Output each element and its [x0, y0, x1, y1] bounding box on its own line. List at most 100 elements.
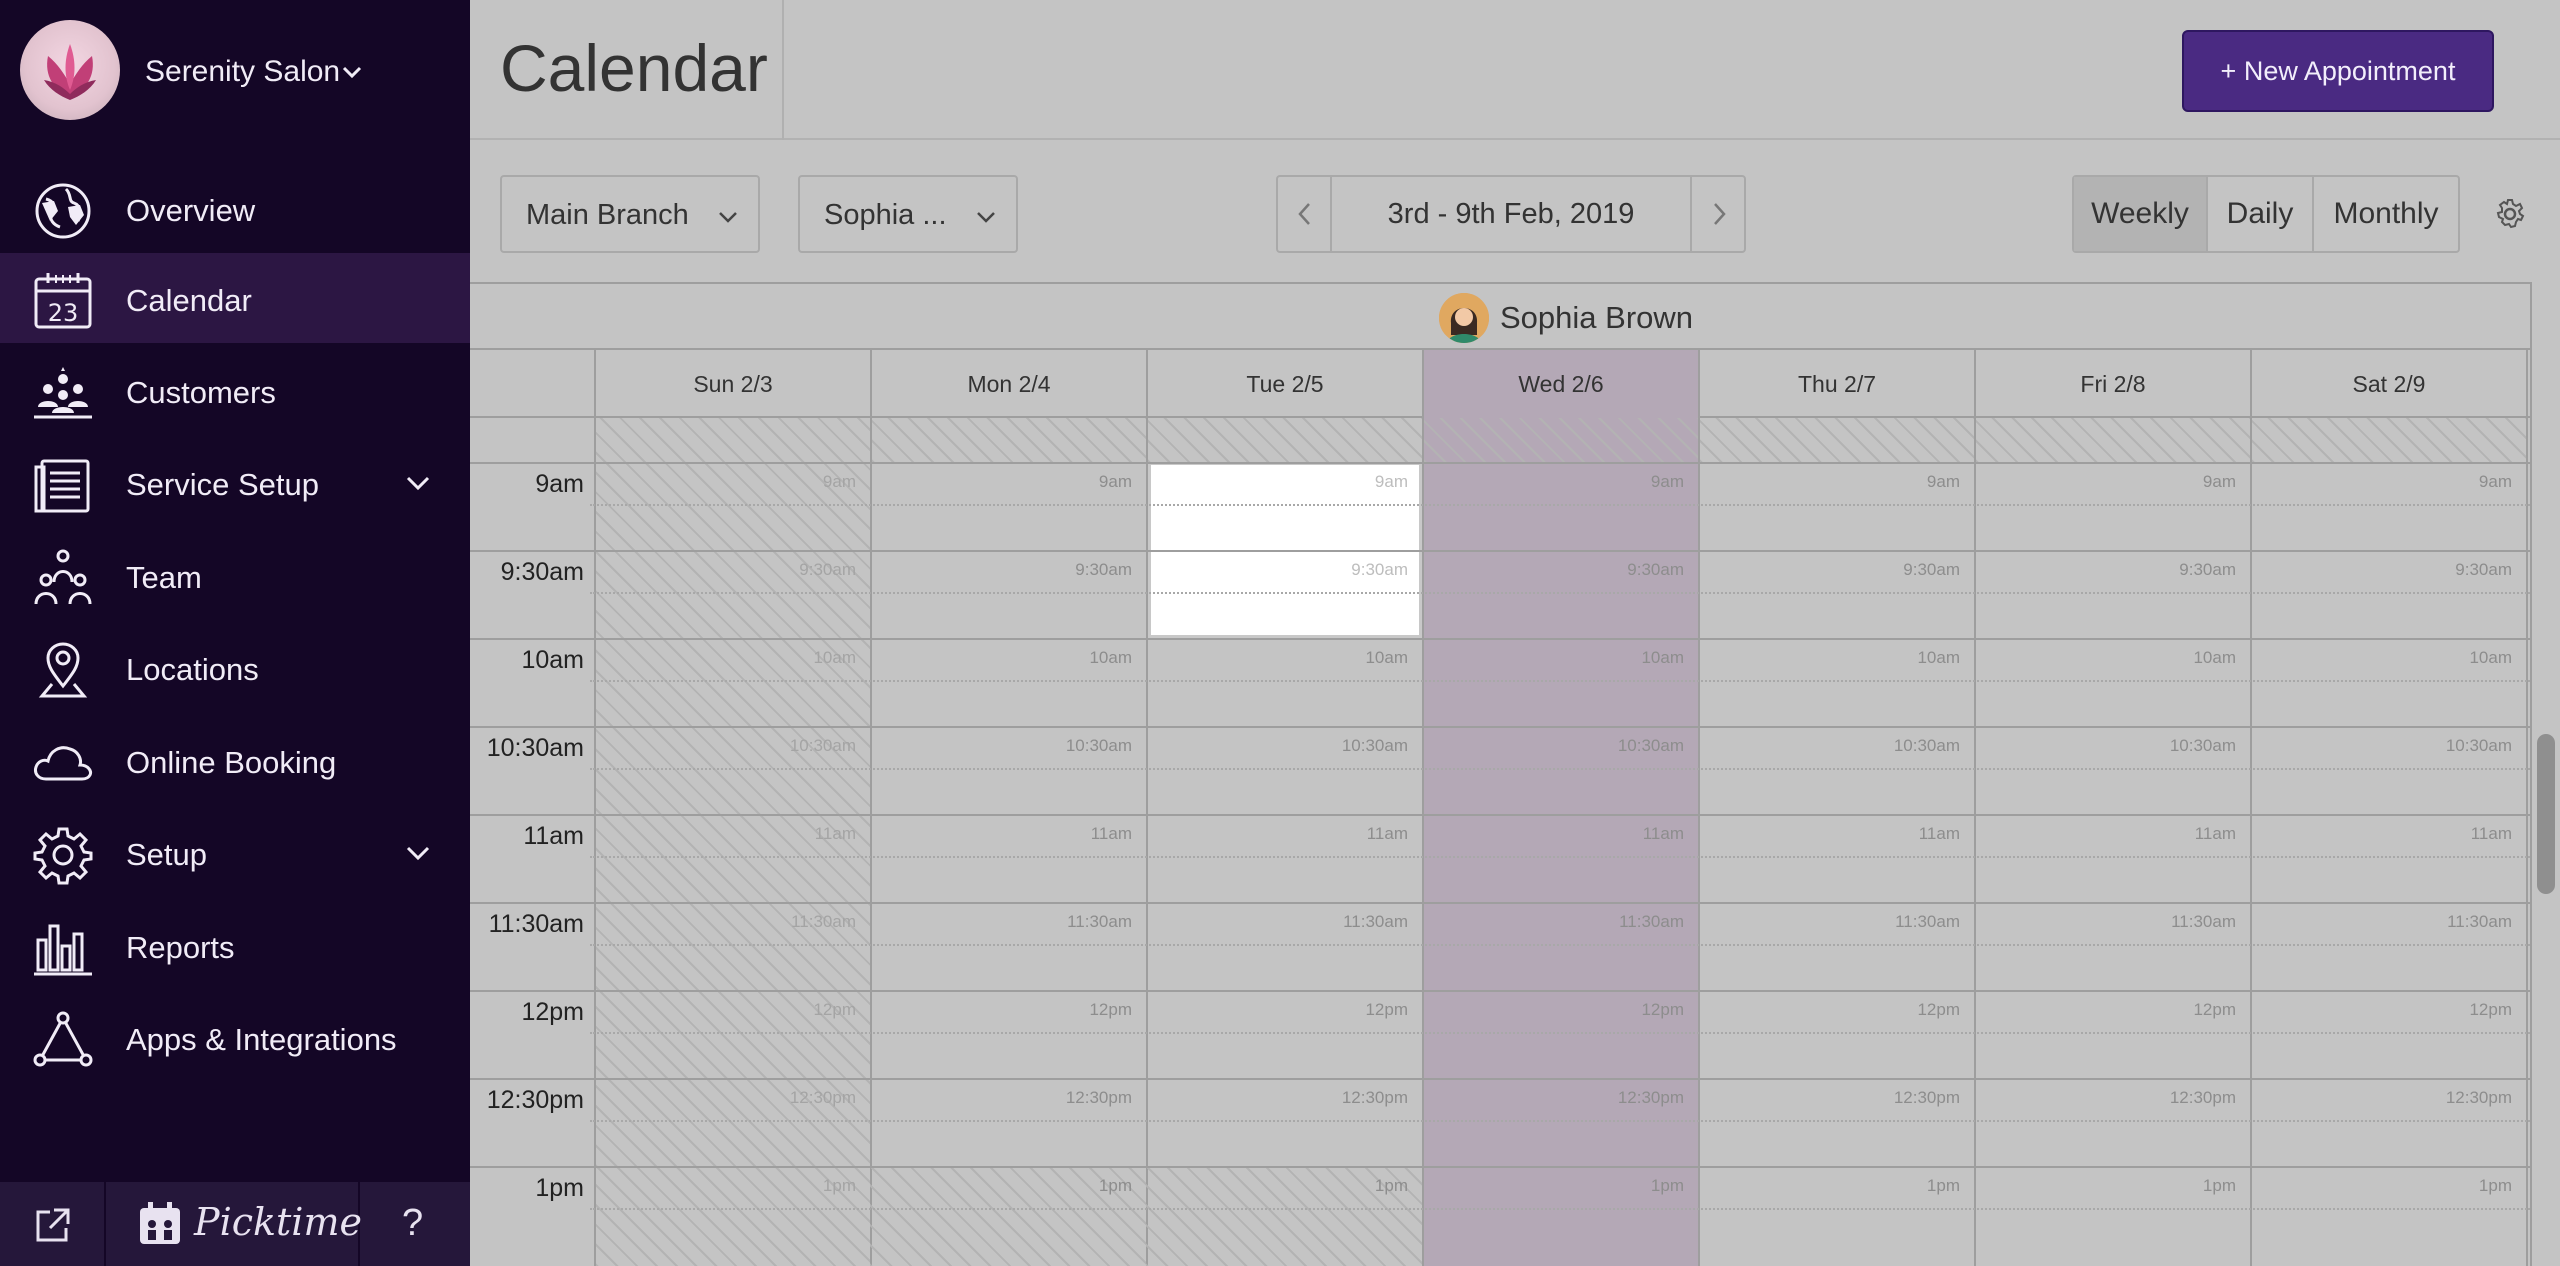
next-week-button[interactable] — [1690, 177, 1744, 251]
previous-week-button[interactable] — [1278, 177, 1332, 251]
time-slot-label[interactable]: 10:30am — [596, 736, 856, 756]
sidebar-item-label: Team — [126, 560, 202, 595]
time-slot-label[interactable]: 12:30pm — [1424, 1088, 1684, 1108]
quarter-divider — [590, 768, 2530, 770]
time-slot-label[interactable]: 10:30am — [872, 736, 1132, 756]
time-slot-label[interactable]: 1pm — [596, 1176, 856, 1196]
time-slot-label[interactable]: 10:30am — [2252, 736, 2512, 756]
time-slot-label[interactable]: 1pm — [1148, 1176, 1408, 1196]
time-slot-label[interactable]: 9am — [1700, 472, 1960, 492]
time-slot-label[interactable]: 9:30am — [1700, 560, 1960, 580]
new-appointment-button[interactable]: + New Appointment — [2182, 30, 2494, 112]
time-slot-label[interactable]: 12pm — [1976, 1000, 2236, 1020]
time-slot-label[interactable]: 10am — [1424, 648, 1684, 668]
chevron-down-icon[interactable] — [402, 467, 434, 499]
time-slot-label[interactable]: 10am — [1148, 648, 1408, 668]
time-slot-label[interactable]: 11:30am — [2252, 912, 2512, 932]
day-header: Thu 2/7 — [1698, 350, 1974, 418]
time-slot-label[interactable]: 12:30pm — [596, 1088, 856, 1108]
daily-view-button[interactable]: Daily — [2208, 177, 2314, 251]
time-slot-label[interactable]: 9am — [2252, 472, 2512, 492]
time-slot-label[interactable]: 11am — [1424, 824, 1684, 844]
time-slot-label[interactable]: 11:30am — [1700, 912, 1960, 932]
help-button[interactable]: ? — [362, 1182, 470, 1266]
sidebar-item-customers[interactable]: Customers — [0, 345, 470, 435]
time-slot-label[interactable]: 11:30am — [1148, 912, 1408, 932]
sidebar-item-calendar[interactable]: 23 Calendar — [0, 253, 470, 343]
time-slot-label[interactable]: 9am — [872, 472, 1132, 492]
quarter-divider — [590, 1120, 2530, 1122]
chevron-down-icon[interactable] — [402, 837, 434, 869]
sidebar-item-reports[interactable]: Reports — [0, 900, 470, 990]
time-slot-label[interactable]: 1pm — [2252, 1176, 2512, 1196]
avatar — [1439, 293, 1489, 343]
time-slot-label[interactable]: 10:30am — [1148, 736, 1408, 756]
calendar-scrollbar[interactable] — [2530, 282, 2560, 1266]
external-link-button[interactable] — [0, 1182, 106, 1266]
time-slot-label[interactable]: 11am — [596, 824, 856, 844]
time-slot-label[interactable]: 12pm — [1148, 1000, 1408, 1020]
time-slot-label[interactable]: 11am — [1700, 824, 1960, 844]
time-slot-label[interactable]: 9:30am — [1148, 560, 1408, 580]
brand-switcher[interactable]: Serenity Salon — [0, 0, 470, 140]
time-slot-label[interactable]: 10:30am — [1700, 736, 1960, 756]
time-slot-label[interactable]: 12:30pm — [872, 1088, 1132, 1108]
picktime-brand-link[interactable]: Picktime — [108, 1182, 362, 1266]
sidebar-item-online-booking[interactable]: Online Booking — [0, 715, 470, 805]
time-slot-label[interactable]: 11am — [872, 824, 1132, 844]
time-slot-label[interactable]: 11am — [1148, 824, 1408, 844]
time-slot-label[interactable]: 1pm — [1424, 1176, 1684, 1196]
sidebar-item-setup[interactable]: Setup — [0, 807, 470, 897]
chevron-down-icon — [719, 212, 737, 223]
time-slot-label[interactable]: 12:30pm — [1700, 1088, 1960, 1108]
time-slot-label[interactable]: 10:30am — [1976, 736, 2236, 756]
time-slot-label[interactable]: 11am — [1976, 824, 2236, 844]
time-slot-label[interactable]: 12pm — [1700, 1000, 1960, 1020]
time-slot-label[interactable]: 10am — [1976, 648, 2236, 668]
sidebar-item-label: Setup — [126, 837, 208, 872]
time-slot-label[interactable]: 12:30pm — [2252, 1088, 2512, 1108]
time-slot-label[interactable]: 9am — [596, 472, 856, 492]
time-slot-label[interactable]: 10am — [872, 648, 1132, 668]
time-slot-label[interactable]: 9am — [1148, 472, 1408, 492]
time-slot-label[interactable]: 12:30pm — [1148, 1088, 1408, 1108]
slot-divider — [470, 1078, 2530, 1080]
time-slot-label[interactable]: 11:30am — [872, 912, 1132, 932]
sidebar-item-locations[interactable]: Locations — [0, 622, 470, 712]
time-slot-label[interactable]: 1pm — [1700, 1176, 1960, 1196]
time-slot-label[interactable]: 9am — [1976, 472, 2236, 492]
time-slot-label[interactable]: 9:30am — [1424, 560, 1684, 580]
time-slot-label[interactable]: 10am — [1700, 648, 1960, 668]
time-slot-label[interactable]: 9:30am — [1976, 560, 2236, 580]
time-slot-label[interactable]: 10am — [2252, 648, 2512, 668]
time-slot-label[interactable]: 12pm — [1424, 1000, 1684, 1020]
monthly-view-button[interactable]: Monthly — [2314, 177, 2458, 251]
weekly-view-button[interactable]: Weekly — [2074, 177, 2208, 251]
sidebar-item-overview[interactable]: Overview — [0, 163, 470, 253]
time-slot-label[interactable]: 12:30pm — [1976, 1088, 2236, 1108]
time-slot-label[interactable]: 12pm — [872, 1000, 1132, 1020]
sidebar-item-service-setup[interactable]: Service Setup — [0, 437, 470, 527]
time-slot-label[interactable]: 9:30am — [2252, 560, 2512, 580]
time-slot-label[interactable]: 1pm — [1976, 1176, 2236, 1196]
sidebar-item-apps-integrations[interactable]: Apps & Integrations — [0, 992, 470, 1082]
time-slot-label[interactable]: 12pm — [596, 1000, 856, 1020]
scrollbar-thumb[interactable] — [2537, 734, 2555, 894]
time-slot-label[interactable]: 11:30am — [1424, 912, 1684, 932]
date-range-label[interactable]: 3rd - 9th Feb, 2019 — [1332, 177, 1690, 251]
time-slot-label[interactable]: 9:30am — [872, 560, 1132, 580]
branch-dropdown[interactable]: Main Branch — [500, 175, 760, 253]
time-slot-label[interactable]: 10:30am — [1424, 736, 1684, 756]
quarter-divider — [590, 1032, 2530, 1034]
time-slot-label[interactable]: 1pm — [872, 1176, 1132, 1196]
sidebar-item-team[interactable]: Team — [0, 530, 470, 620]
time-slot-label[interactable]: 10am — [596, 648, 856, 668]
time-slot-label[interactable]: 11:30am — [1976, 912, 2236, 932]
calendar-settings-icon[interactable] — [2494, 198, 2526, 230]
time-slot-label[interactable]: 9am — [1424, 472, 1684, 492]
time-slot-label[interactable]: 11:30am — [596, 912, 856, 932]
time-slot-label[interactable]: 9:30am — [596, 560, 856, 580]
time-slot-label[interactable]: 11am — [2252, 824, 2512, 844]
time-slot-label[interactable]: 12pm — [2252, 1000, 2512, 1020]
staff-dropdown[interactable]: Sophia ... — [798, 175, 1018, 253]
